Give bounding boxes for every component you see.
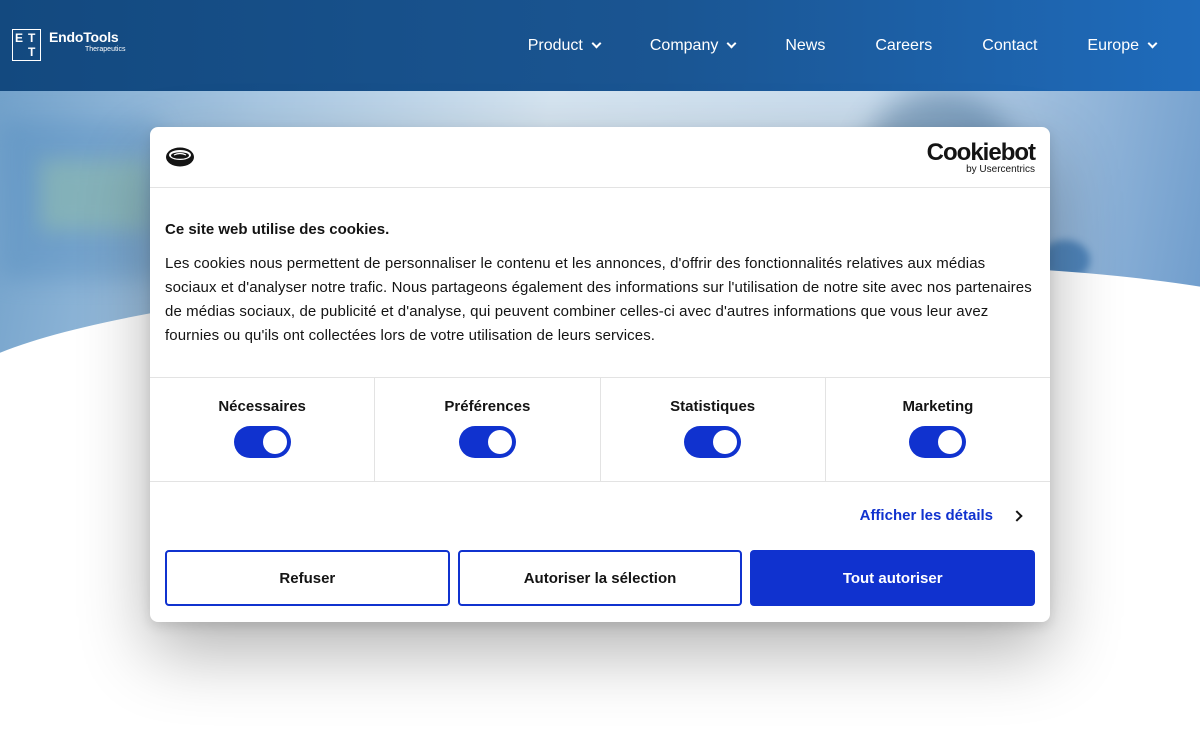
chevron-down-icon [1147, 38, 1158, 49]
nav-item-company[interactable]: Company [649, 36, 737, 55]
nav-item-contact[interactable]: Contact [982, 37, 1037, 55]
toggle-necessary: Nécessaires [150, 378, 376, 481]
cookiebot-logo[interactable]: Cookiebot by Usercentrics [926, 139, 1036, 175]
brand-tagline: Therapeutics [85, 46, 126, 53]
show-details-link[interactable]: Afficher les détails [859, 507, 1023, 524]
nav-item-label: Product [527, 36, 583, 54]
site-logo[interactable]: E T T EndoTools Therapeutics [12, 29, 125, 61]
toggle-label: Marketing [902, 398, 974, 415]
preferences-switch[interactable] [458, 426, 516, 458]
switch-knob [713, 430, 738, 454]
chevron-down-icon [591, 38, 602, 49]
details-row: Afficher les détails [150, 482, 1050, 550]
toggle-statistics: Statistiques [601, 378, 826, 481]
chevron-down-icon [726, 38, 737, 49]
nav-item-label: News [785, 36, 826, 54]
site-header: E T T EndoTools Therapeutics Product Com… [0, 0, 1200, 91]
cookiebot-name: Cookiebot [926, 139, 1036, 166]
chevron-right-icon [1011, 509, 1023, 522]
consent-toggles: Nécessaires Préférences Statistiques Mar… [150, 377, 1050, 482]
dialog-title: Ce site web utilise des cookies. [165, 221, 390, 238]
brand-name-suffix: Tools [83, 29, 119, 45]
refuse-button[interactable]: Refuser [165, 550, 450, 606]
allow-all-button[interactable]: Tout autoriser [750, 550, 1036, 606]
allow-selection-button[interactable]: Autoriser la sélection [457, 550, 743, 606]
show-details-label: Afficher les détails [859, 507, 993, 524]
cookiebot-by: by Usercentrics [966, 164, 1035, 175]
brand-name-prefix: Endo [49, 29, 84, 45]
dialog-buttons: Refuser Autoriser la sélection Tout auto… [150, 550, 1050, 606]
dialog-description: Les cookies nous permettent de personnal… [165, 255, 1032, 344]
statistics-switch[interactable] [684, 426, 742, 458]
nav-item-label: Careers [875, 36, 933, 54]
toggle-label: Statistiques [670, 398, 756, 415]
main-nav: Product Company News Careers Contact Eur… [527, 0, 1158, 91]
toggle-label: Préférences [444, 398, 531, 415]
nav-item-region[interactable]: Europe [1087, 36, 1158, 55]
toggle-label: Nécessaires [218, 398, 306, 415]
cookie-consent-dialog: Cookiebot by Usercentrics Ce site web ut… [150, 127, 1050, 622]
nav-item-label: Contact [982, 36, 1038, 54]
nav-item-news[interactable]: News [785, 37, 825, 55]
nav-item-careers[interactable]: Careers [875, 37, 932, 55]
nav-item-product[interactable]: Product [527, 36, 602, 55]
nav-item-label: Company [649, 36, 719, 54]
necessary-switch[interactable] [233, 426, 291, 458]
marketing-switch[interactable] [909, 426, 967, 458]
switch-knob [938, 430, 963, 454]
switch-knob [262, 430, 287, 454]
nav-item-label: Europe [1087, 36, 1139, 54]
switch-knob [487, 430, 512, 454]
logo-letter: E [15, 31, 24, 45]
logo-text: EndoTools Therapeutics [49, 29, 125, 54]
toggle-marketing: Marketing [826, 378, 1050, 481]
dialog-header: Cookiebot by Usercentrics [150, 127, 1050, 188]
logo-mark-icon: E T T [12, 29, 41, 61]
cookie-icon [166, 147, 194, 167]
toggle-preferences: Préférences [375, 378, 601, 481]
hero-image-blur [40, 160, 150, 230]
logo-letter: T [28, 31, 36, 45]
dialog-body: Ce site web utilise des cookies. Les coo… [150, 188, 1050, 377]
logo-letter: T [28, 45, 36, 59]
brand-name: EndoTools [49, 29, 125, 45]
